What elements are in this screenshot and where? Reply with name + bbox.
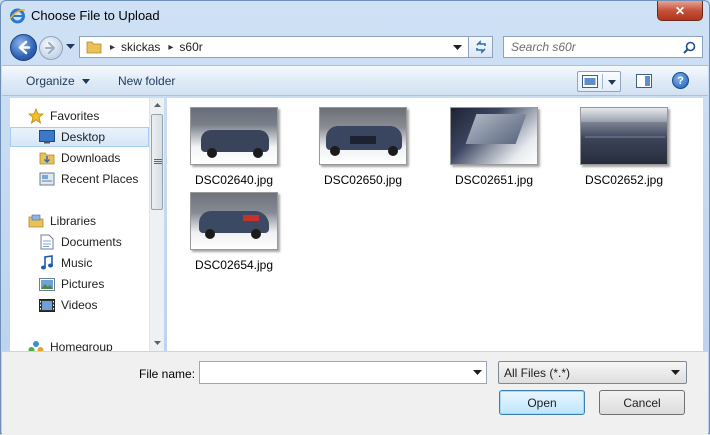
breadcrumb-separator-icon[interactable]: ▸: [168, 42, 173, 53]
scroll-thumb[interactable]: [151, 114, 163, 210]
nav-homegroup-label: Homegroup: [50, 340, 113, 351]
nav-desktop-label: Desktop: [61, 130, 106, 144]
image-thumbnail: [319, 107, 407, 165]
nav-documents[interactable]: Documents: [39, 232, 149, 252]
homegroup-icon: [28, 339, 44, 351]
scroll-down-icon[interactable]: [150, 335, 165, 350]
search-input[interactable]: [509, 39, 679, 55]
address-history-dropdown-icon[interactable]: [453, 45, 462, 51]
view-thumbnails-icon: [582, 75, 598, 88]
file-type-dropdown-icon[interactable]: [671, 370, 680, 376]
command-bar: Organize New folder ?: [2, 65, 708, 96]
nav-videos[interactable]: Videos: [39, 295, 149, 315]
nav-music[interactable]: Music: [39, 253, 149, 273]
navigation-pane-scrollbar[interactable]: [149, 98, 164, 351]
nav-recent-places-label: Recent Places: [61, 172, 139, 186]
file-name-input[interactable]: [204, 363, 464, 383]
window-title: Choose File to Upload: [31, 8, 160, 23]
file-item[interactable]: DSC02650.jpg: [308, 107, 418, 187]
nav-music-label: Music: [61, 256, 93, 270]
file-item[interactable]: DSC02640.jpg: [179, 107, 289, 187]
image-thumbnail: [190, 192, 278, 250]
file-name-label: DSC02652.jpg: [584, 173, 664, 187]
title-bar[interactable]: Choose File to Upload ✕: [1, 1, 709, 31]
search-icon[interactable]: [683, 41, 696, 54]
file-item[interactable]: DSC02651.jpg: [439, 107, 549, 187]
breadcrumb-separator-icon[interactable]: ▸: [110, 42, 115, 53]
file-type-selected: All Files (*.*): [504, 365, 571, 380]
nav-homegroup[interactable]: Homegroup: [28, 337, 149, 351]
file-list-pane: DSC02640.jpg DSC02650.jpg DSC02651.jpg D…: [167, 98, 703, 351]
file-item[interactable]: DSC02654.jpg: [179, 192, 289, 272]
nav-recent-places[interactable]: Recent Places: [39, 169, 149, 189]
nav-pictures[interactable]: Pictures: [39, 274, 149, 294]
internet-explorer-icon: [9, 8, 26, 24]
recent-pages-dropdown-icon[interactable]: [66, 44, 75, 50]
file-name-label: DSC02651.jpg: [454, 173, 534, 187]
file-dialog: Choose File to Upload ✕ ▸ skickas ▸ s60r: [0, 0, 710, 435]
folder-icon: [86, 41, 102, 54]
help-icon: ?: [677, 74, 684, 87]
refresh-button[interactable]: [469, 36, 493, 58]
cancel-button[interactable]: Cancel: [599, 390, 685, 415]
back-button[interactable]: [10, 34, 37, 61]
file-name-label: DSC02654.jpg: [194, 258, 274, 272]
change-view-button[interactable]: [577, 71, 621, 92]
organize-label: Organize: [26, 74, 75, 88]
videos-icon: [39, 297, 55, 313]
arrow-right-icon: [45, 42, 55, 54]
image-thumbnail: [580, 107, 668, 165]
new-folder-button[interactable]: New folder: [118, 74, 175, 88]
chevron-down-icon: [82, 79, 91, 85]
close-icon: ✕: [674, 3, 686, 18]
dialog-footer: File name: All Files (*.*) Open Cancel: [2, 351, 708, 435]
open-button[interactable]: Open: [499, 390, 585, 415]
file-name-combobox[interactable]: [199, 361, 487, 384]
address-bar[interactable]: ▸ skickas ▸ s60r: [79, 36, 469, 58]
nav-downloads-label: Downloads: [61, 151, 121, 165]
scroll-up-icon[interactable]: [150, 98, 165, 113]
nav-libraries[interactable]: Libraries: [28, 211, 149, 231]
documents-icon: [39, 234, 55, 250]
forward-button[interactable]: [39, 36, 63, 60]
file-item[interactable]: DSC02652.jpg: [569, 107, 679, 187]
nav-documents-label: Documents: [61, 235, 122, 249]
image-thumbnail: [450, 107, 538, 165]
breadcrumb-s60r[interactable]: s60r: [179, 40, 202, 54]
desktop-icon: [39, 129, 55, 145]
recent-places-icon: [39, 171, 55, 187]
grip-icon: [154, 159, 162, 164]
file-name-label: DSC02650.jpg: [323, 173, 403, 187]
nav-favorites[interactable]: Favorites: [28, 106, 149, 126]
refresh-icon: [475, 40, 486, 54]
navigation-pane: Favorites Desktop Downloads Recent Place…: [10, 98, 149, 351]
nav-libraries-label: Libraries: [50, 214, 97, 228]
view-options-chevron-icon[interactable]: [608, 80, 616, 85]
file-name-field-label: File name:: [139, 367, 196, 381]
file-name-label: DSC02640.jpg: [194, 173, 274, 187]
nav-pictures-label: Pictures: [61, 277, 105, 291]
file-name-dropdown-icon[interactable]: [473, 370, 482, 376]
nav-desktop[interactable]: Desktop: [10, 127, 149, 147]
close-button[interactable]: ✕: [657, 1, 703, 21]
preview-pane-icon[interactable]: [636, 74, 652, 88]
help-button[interactable]: ?: [672, 72, 689, 89]
nav-downloads[interactable]: Downloads: [39, 148, 149, 168]
music-note-icon: [39, 255, 55, 271]
nav-favorites-label: Favorites: [50, 109, 100, 123]
pictures-icon: [39, 276, 55, 292]
search-box[interactable]: [503, 36, 703, 58]
arrow-left-icon: [18, 40, 31, 55]
breadcrumb-skickas[interactable]: skickas: [121, 40, 160, 54]
libraries-icon: [28, 213, 44, 229]
file-type-select[interactable]: All Files (*.*): [498, 361, 687, 384]
image-thumbnail: [190, 107, 278, 165]
nav-videos-label: Videos: [61, 298, 98, 312]
downloads-folder-icon: [39, 150, 55, 166]
star-icon: [28, 108, 44, 124]
organize-menu[interactable]: Organize: [26, 74, 91, 88]
